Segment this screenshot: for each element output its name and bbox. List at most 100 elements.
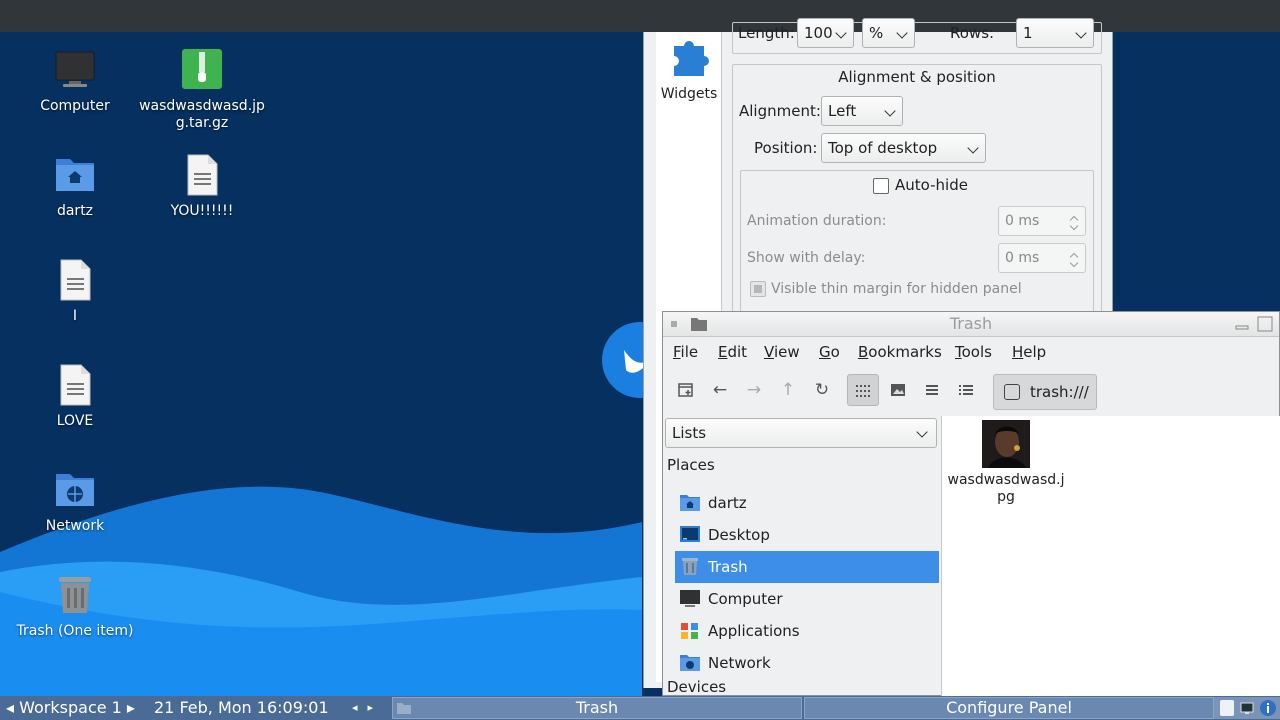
back-button[interactable]: ← <box>704 374 736 406</box>
widgets-label[interactable]: Widgets <box>656 86 722 102</box>
menu-go[interactable]: Go <box>819 343 840 361</box>
icon-view-button[interactable] <box>847 374 879 406</box>
reload-icon: ↻ <box>814 380 830 400</box>
devices-header: Devices <box>667 678 727 696</box>
trash-window[interactable]: Trash File Edit View Go Bookmarks Tools … <box>662 311 1280 696</box>
task-scroll-arrows[interactable]: ◂▸ <box>352 696 383 720</box>
desktop-icon-i[interactable]: I <box>10 258 140 325</box>
side-pane-mode-select[interactable]: Lists <box>665 418 937 448</box>
position-select[interactable]: Top of desktop <box>821 133 986 163</box>
grid-icon <box>856 385 870 397</box>
workspace-switcher[interactable]: ◂ Workspace 1 ▸ <box>6 696 135 720</box>
text-file-icon <box>53 258 97 302</box>
desktop-icon-archive[interactable]: wasdwasdwasd.jpg.tar.gz <box>137 48 267 132</box>
place-computer[interactable]: Computer <box>675 583 939 615</box>
network-tray-icon[interactable] <box>1239 700 1255 716</box>
animation-duration-spinbox[interactable]: 0 ms <box>998 206 1086 236</box>
rows-spinbox[interactable]: 1 <box>1016 18 1094 48</box>
detailed-view-button[interactable] <box>950 374 982 406</box>
thin-margin-checkbox[interactable] <box>750 281 766 297</box>
clock[interactable]: 21 Feb, Mon 16:09:01 <box>154 696 329 720</box>
desktop-icon-dartz[interactable]: dartz <box>10 153 140 220</box>
trash-icon <box>682 558 698 575</box>
thumbnail-view-button[interactable] <box>882 374 914 406</box>
arrow-right-icon: → <box>746 380 762 400</box>
alignment-select[interactable]: Left <box>821 96 903 126</box>
rows-label: Rows: <box>950 24 995 42</box>
place-trash[interactable]: Trash <box>675 551 939 583</box>
image-thumbnail <box>982 420 1030 468</box>
trash-location-icon <box>1004 384 1020 400</box>
alignment-label: Alignment: <box>739 102 821 120</box>
text-file-icon <box>180 153 224 197</box>
folder-icon <box>397 703 411 714</box>
task-configure-panel[interactable]: Configure Panel <box>804 697 1214 719</box>
text-file-icon <box>53 363 97 407</box>
position-label: Position: <box>754 139 818 157</box>
maximize-icon[interactable] <box>1257 316 1273 332</box>
place-desktop[interactable]: Desktop <box>675 519 939 551</box>
desktop-icon-computer[interactable]: Computer <box>10 48 140 115</box>
compact-view-button[interactable] <box>916 374 948 406</box>
menu-bar: File Edit View Go Bookmarks Tools Help <box>663 338 1279 366</box>
list-icon <box>926 385 938 395</box>
menu-view[interactable]: View <box>764 343 800 361</box>
trash-icon <box>53 573 97 617</box>
menu-help[interactable]: Help <box>1012 343 1046 361</box>
up-button[interactable]: ↑ <box>772 374 804 406</box>
info-icon[interactable] <box>1259 699 1277 717</box>
new-tab-button[interactable] <box>670 374 702 406</box>
places-header: Places <box>667 456 715 474</box>
file-view[interactable]: wasdwasdwasd.jpg <box>941 416 1280 696</box>
desktop-icon-trash[interactable]: Trash (One item) <box>10 573 140 640</box>
new-tab-icon <box>678 383 693 397</box>
thin-margin-label: Visible thin margin for hidden panel <box>771 281 1022 297</box>
window-title: Trash <box>949 314 993 333</box>
home-folder-icon <box>680 495 700 511</box>
applications-icon <box>681 623 698 639</box>
widgets-icon[interactable] <box>666 34 712 84</box>
network-folder-icon <box>680 655 700 671</box>
detailed-list-icon <box>959 385 973 395</box>
show-delay-spinbox[interactable]: 0 ms <box>998 243 1086 273</box>
section-title: Alignment & position <box>838 68 996 86</box>
minimize-icon[interactable] <box>1235 318 1249 332</box>
length-label: Length: <box>738 24 795 42</box>
menu-bookmarks[interactable]: Bookmarks <box>858 343 942 361</box>
place-network[interactable]: Network <box>675 647 939 679</box>
menu-edit[interactable]: Edit <box>718 343 747 361</box>
taskbar: ◂ Workspace 1 ▸ 21 Feb, Mon 16:09:01 ◂▸ … <box>0 696 1280 720</box>
length-unit-select[interactable]: % <box>862 18 915 48</box>
image-icon <box>891 384 905 396</box>
folder-icon <box>691 318 707 331</box>
toolbar: ← → ↑ ↻ trash:/// <box>663 368 1279 414</box>
side-pane: Lists Places dartz Desktop Trash Compute… <box>663 416 941 696</box>
place-applications[interactable]: Applications <box>675 615 939 647</box>
desktop-icon-love[interactable]: LOVE <box>10 363 140 430</box>
archive-icon <box>180 48 224 92</box>
animation-duration-label: Animation duration: <box>747 213 887 229</box>
desktop-icon-you[interactable]: YOU!!!!!! <box>137 153 267 220</box>
autohide-checkbox[interactable] <box>873 178 889 194</box>
system-tray <box>1214 697 1280 719</box>
reload-button[interactable]: ↻ <box>806 374 838 406</box>
forward-button[interactable]: → <box>738 374 770 406</box>
window-menu-icon[interactable] <box>669 319 679 329</box>
menu-file[interactable]: File <box>673 343 698 361</box>
autohide-label[interactable]: Auto-hide <box>895 176 968 194</box>
network-folder-icon <box>53 468 97 512</box>
computer-icon <box>53 48 97 92</box>
location-bar[interactable]: trash:/// <box>993 374 1097 410</box>
home-folder-icon <box>53 153 97 197</box>
place-dartz[interactable]: dartz <box>675 487 939 519</box>
clipboard-icon[interactable] <box>1218 699 1236 717</box>
file-item[interactable]: wasdwasdwasd.jpg <box>946 420 1066 506</box>
menu-tools[interactable]: Tools <box>955 343 992 361</box>
computer-icon <box>680 590 700 607</box>
title-bar[interactable]: Trash <box>663 312 1279 337</box>
length-spinbox[interactable]: 100 <box>797 18 854 48</box>
arrow-left-icon: ← <box>712 380 728 400</box>
arrow-up-icon: ↑ <box>780 380 796 400</box>
desktop-icon-network[interactable]: Network <box>10 468 140 535</box>
task-trash[interactable]: Trash <box>392 697 802 719</box>
